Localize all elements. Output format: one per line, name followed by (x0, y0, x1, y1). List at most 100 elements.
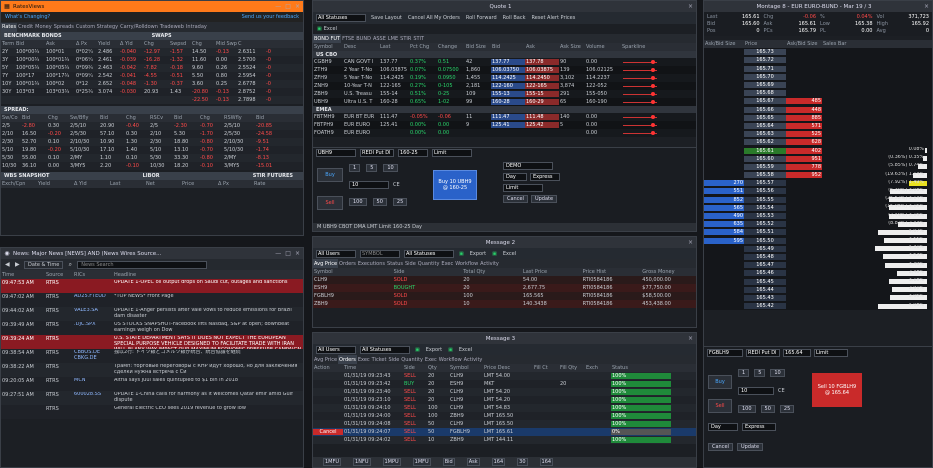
toolbar-button[interactable]: Reset Alert Prices (530, 15, 576, 21)
quote-row[interactable]: FBTPH9 EUR EURO 125.41 0.00% 0.00 9 125.41 125.… (313, 121, 696, 129)
order-row[interactable]: 01/31/19 09:23:40 SELL 20 CLH9 LMT 54.20 100% (313, 388, 696, 396)
ladder-cancel-button[interactable]: Cancel (708, 443, 733, 451)
ladder-row[interactable]: 165.68 (704, 89, 932, 98)
message2-tab[interactable]: Orders (338, 259, 357, 268)
ladder-row[interactable]: 165.70 (704, 72, 932, 81)
news-item[interactable]: 09:47:53 AM RTRS UPDATE 1-OPEC oil output … (1, 279, 303, 293)
order-row[interactable]: 01/31/19 09:23:43 SELL 20 CLH9 LMT 54.00 100% (313, 372, 696, 380)
quote-tab[interactable]: STIT (412, 34, 425, 43)
message2-titlebar[interactable]: Message 2 × (313, 237, 696, 248)
toolbar-button[interactable]: Roll Back (502, 15, 527, 21)
bottom-field[interactable]: 1MFU (412, 458, 431, 466)
rates-tab[interactable]: Intraday (185, 23, 208, 32)
ladder-row[interactable]: 165.49 4.31% (704, 244, 932, 253)
ladder-row[interactable]: 165.47 3.49% (704, 261, 932, 270)
news-item[interactable]: 09:39:24 AM RTRS U.S. STATE DEPARTMENT SAY… (1, 335, 303, 349)
news-item[interactable]: 09:44:02 AM RTRS VALE3.SA UPDATE 1-Anger pe… (1, 307, 303, 321)
message3-tab[interactable]: Exec (424, 355, 438, 364)
ticket-limit[interactable]: Limit (503, 184, 543, 192)
toolbar-button[interactable]: Cancel All My Orders (407, 15, 461, 21)
quote-row[interactable]: FOATH9 EUR EURO 0.00% 0.00 0.00 (313, 129, 696, 137)
bottom-field[interactable]: 1MFU (323, 458, 342, 466)
news-item[interactable]: 09:47:02 AM RTRS AD25.FTEUD *TOP NEWS* Fron… (1, 293, 303, 307)
ladder-row[interactable]: 165.58 952 (19.63%) 1.14% (704, 171, 932, 180)
ask-size[interactable]: 951 (786, 155, 822, 162)
bid-size[interactable]: 595 (704, 237, 744, 244)
qty-5[interactable]: 5 (366, 164, 378, 172)
search-icon[interactable]: ⌕ (67, 262, 73, 268)
message2-tab[interactable]: Activity (479, 259, 500, 268)
news-item[interactable]: 09:27:51 AM RTRS 600028.SS UPDATE 1-China c… (1, 391, 303, 405)
quote-titlebar[interactable]: Quote 1 × (313, 1, 696, 12)
news-item[interactable]: RTRS General Electric CEO sees 2019 reven… (1, 405, 303, 419)
users-select[interactable]: All Users (316, 249, 356, 258)
ticket-route[interactable]: Express (530, 173, 560, 181)
bottom-field[interactable]: 1NFU (353, 458, 371, 466)
message3-tab[interactable]: Avg Price (313, 355, 338, 364)
ladder-row[interactable]: 165.46 2.48% (704, 269, 932, 278)
bottom-field[interactable]: 164 (491, 458, 506, 466)
news-search-input[interactable]: News Search (77, 260, 208, 269)
news-item[interactable]: 09:38:54 AM RTRS CBBOS.DE CBKG.DE 独以2行: ドイツ… (1, 349, 303, 363)
ladder-row[interactable]: 165.59 778 (5.85%) 0.74% (704, 162, 932, 171)
news-titlebar[interactable]: ◉ News: Major News [NEWS] AND (News Wire… (1, 248, 303, 259)
maximize-icon[interactable]: □ (285, 3, 291, 10)
export-button[interactable]: Export (469, 251, 487, 257)
message3-tab[interactable]: Exec (357, 355, 371, 364)
bid-size[interactable]: 852 (704, 196, 744, 203)
ticket-account-select[interactable]: DEMO (503, 162, 553, 170)
qty-5[interactable]: 5 (754, 369, 766, 377)
message2-tab[interactable]: Quantity (417, 259, 441, 268)
cancel-order-button[interactable]: Cancel (313, 429, 343, 435)
ladder-row[interactable]: 165.63 525 (704, 130, 932, 139)
ladder-row[interactable]: 165.73 (704, 48, 932, 57)
quote-tab[interactable]: STIR (399, 34, 412, 43)
users-select[interactable]: All Users (316, 345, 356, 354)
ladder-qty-input[interactable]: 10 (738, 387, 774, 395)
qty-10[interactable]: 10 (770, 369, 785, 377)
forward-icon[interactable]: ▶ (14, 262, 20, 268)
status-filter[interactable]: All Statuses (360, 345, 410, 354)
ladder-row[interactable]: 165.67 485 (704, 97, 932, 106)
close-icon[interactable]: × (688, 239, 693, 246)
close-icon[interactable]: × (688, 3, 693, 10)
message2-tab[interactable]: Workflow (454, 259, 479, 268)
ask-size[interactable]: 778 (786, 163, 822, 170)
qty-25[interactable]: 25 (392, 198, 408, 206)
bid-size[interactable]: 635 (704, 221, 744, 228)
message3-tab[interactable]: Quantity (400, 355, 424, 364)
ticket-update-button[interactable]: Update (530, 195, 558, 203)
ticket-order-type[interactable]: Limit (432, 149, 472, 157)
quote-row[interactable]: FBTMH9 EUR BT EUR 111.47 -0.05% -0.06 11 111.4… (313, 113, 696, 121)
toolbar-button[interactable]: Save Layout (370, 15, 403, 21)
message2-tab[interactable]: Executions (357, 259, 386, 268)
news-item[interactable]: 09:38:22 AM RTRS Трамп: торговые переговор… (1, 363, 303, 377)
excel-button[interactable]: Excel (502, 251, 517, 257)
sell-side-button[interactable]: Sell (317, 196, 343, 210)
ask-size[interactable]: 571 (786, 122, 822, 129)
bid-size[interactable]: 490 (704, 213, 744, 220)
status-filter[interactable]: All Statuses (316, 14, 366, 22)
order-row[interactable]: 01/31/19 09:24:00 SELL 100 ZBH9 LMT 165.50 10… (313, 412, 696, 420)
qty-1[interactable]: 1 (738, 369, 750, 377)
close-icon[interactable]: × (295, 3, 300, 10)
bottom-field[interactable]: 1MPU (382, 458, 401, 466)
submit-sell-button[interactable]: Sell 10 FGBLH9 @ 165.64 (812, 373, 862, 407)
ask-size[interactable]: 885 (786, 114, 822, 121)
message2-tab[interactable]: Status (386, 259, 404, 268)
bid-size[interactable]: 584 (704, 229, 744, 236)
message2-tab[interactable]: Exec (440, 259, 454, 268)
ladder-row[interactable]: 551 165.56 (6.39%) 3.08% (704, 187, 932, 196)
ladder-route[interactable]: Express (742, 423, 776, 431)
quote-row[interactable]: ZFH9 5 Year T-No 114.2425 0.19% 0.0950 1,455 1… (313, 74, 696, 82)
ladder-row[interactable]: 165.66 448 (704, 105, 932, 114)
ladder-update-button[interactable]: Update (736, 443, 764, 451)
message2-tab[interactable]: Side (404, 259, 417, 268)
excel-label[interactable]: Excel (323, 26, 338, 32)
buy-side-button[interactable]: Buy (317, 168, 343, 182)
order-row[interactable]: Cancel 01/31/19 09:24:07 SELL 50 FGBLH9 LMT 1… (313, 428, 696, 436)
symbol-filter[interactable]: SYMBOL (360, 249, 400, 258)
qty-100[interactable]: 100 (738, 405, 756, 413)
excel-button[interactable]: Excel (458, 347, 473, 353)
close-icon[interactable]: × (924, 3, 929, 10)
